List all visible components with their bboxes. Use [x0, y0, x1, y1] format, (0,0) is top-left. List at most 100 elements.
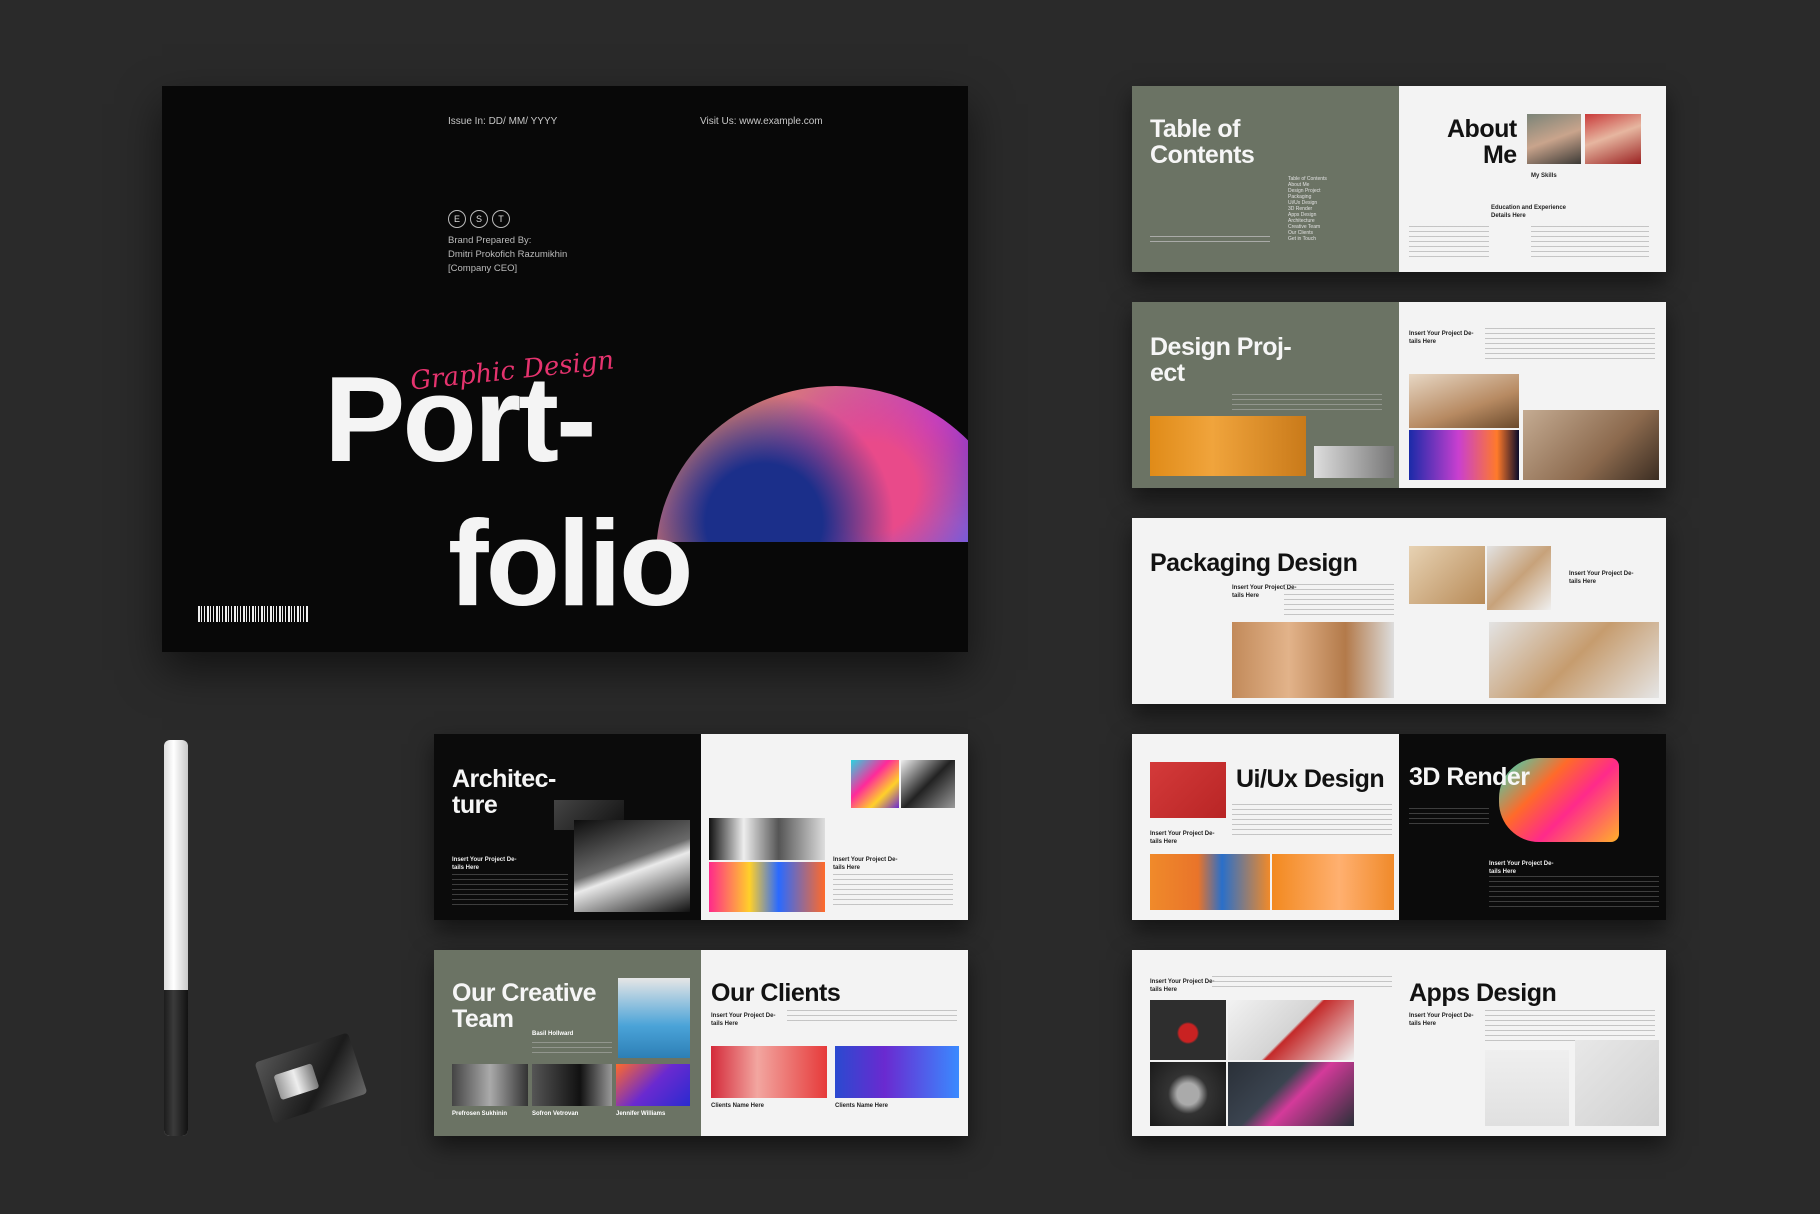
- facade-photo: [709, 818, 825, 860]
- issue-date: Issue In: DD/ MM/ YYYY: [448, 116, 558, 127]
- body-text: [1409, 808, 1489, 828]
- insert-details: Insert Your Project De- tails Here: [1409, 331, 1474, 345]
- page-title: Apps Design: [1409, 979, 1557, 1007]
- page-title: Design Proj- ect: [1150, 333, 1292, 387]
- body-text: [1485, 328, 1655, 362]
- dropper-photo: [1409, 374, 1519, 428]
- barcode: [198, 606, 308, 622]
- page-title: Architec- ture: [452, 765, 556, 819]
- page-architecture: Architec- ture Insert Your Project De- t…: [434, 734, 701, 920]
- page-design-project-images: Insert Your Project De- tails Here: [1399, 302, 1666, 488]
- ornament-photo: [1150, 1000, 1226, 1060]
- body-text: [1531, 226, 1649, 260]
- insert-details: Insert Your Project De- tails Here: [1150, 979, 1215, 993]
- page-3d-render: 3D Render Insert Your Project De- tails …: [1399, 734, 1666, 920]
- pouch-photo: [1232, 622, 1394, 698]
- body-text: [1150, 236, 1270, 246]
- spread-uiux-3d: Ui/Ux Design Insert Your Project De- tai…: [1132, 734, 1666, 920]
- page-our-clients: Our Clients Insert Your Project De- tail…: [701, 950, 968, 1136]
- est-letter: S: [470, 210, 488, 228]
- client-name: Clients Name Here: [835, 1103, 889, 1109]
- team-member-photo: [618, 978, 690, 1058]
- laptop-photo: [1409, 430, 1519, 480]
- page-creative-team: Our Creative Team Basil Hollward Prefros…: [434, 950, 701, 1136]
- body-text: [1284, 584, 1394, 618]
- fluid-photo: [709, 862, 825, 912]
- bottle-photo: [1150, 416, 1306, 476]
- insert-details: Insert Your Project De- tails Here: [452, 857, 517, 871]
- page-title: Our Creative Team: [452, 979, 597, 1033]
- page-design-project: Design Proj- ect: [1132, 302, 1399, 488]
- phone-photo: [1523, 410, 1659, 480]
- page-title: Our Clients: [711, 979, 841, 1007]
- team-member-photo: [532, 1064, 612, 1106]
- holographic-photo: [851, 760, 899, 808]
- body-text: [452, 874, 568, 908]
- client-photo: [835, 1046, 959, 1098]
- est-badge: E S T: [448, 210, 510, 228]
- page-apps-design: Apps Design Insert Your Project De- tail…: [1399, 950, 1666, 1136]
- spread-apps: Insert Your Project De- tails Here Apps …: [1132, 950, 1666, 1136]
- body-text: [532, 1042, 612, 1056]
- phone-photo: [1575, 1040, 1659, 1126]
- body-text: [833, 874, 953, 908]
- body-text: [1232, 394, 1382, 414]
- spread-design-project: Design Proj- ect Insert Your Project De-…: [1132, 302, 1666, 488]
- laptop-stool-photo: [1485, 1050, 1569, 1126]
- body-text: [1489, 876, 1659, 910]
- title-line-2: folio: [448, 495, 693, 631]
- spread-packaging: Packaging Design Insert Your Project De-…: [1132, 518, 1666, 704]
- tubes-photo: [1150, 854, 1270, 910]
- page-packaging-images: Insert Your Project De- tails Here: [1399, 518, 1666, 704]
- spread-toc-about: Table of Contents Table of Contents Abou…: [1132, 86, 1666, 272]
- cardboard-photo: [1489, 622, 1659, 698]
- team-member-photo: [616, 1064, 690, 1106]
- client-photo: [711, 1046, 827, 1098]
- spread-team-clients: Our Creative Team Basil Hollward Prefros…: [434, 950, 968, 1136]
- body-text: [1232, 804, 1392, 838]
- est-letter: E: [448, 210, 466, 228]
- insert-details: Insert Your Project De- tails Here: [1150, 831, 1215, 845]
- insert-details: Insert Your Project De- tails Here: [833, 857, 898, 871]
- body-text: [1409, 226, 1489, 260]
- page-title: Table of Contents: [1150, 115, 1255, 169]
- portrait-image: [1527, 114, 1581, 164]
- member-name: Sofron Vetrovan: [532, 1111, 579, 1117]
- house-photo: [1228, 1000, 1354, 1060]
- portfolio-cover: Issue In: DD/ MM/ YYYY Visit Us: www.exa…: [162, 86, 968, 652]
- prepared-by: Brand Prepared By: Dmitri Prokofich Razu…: [448, 235, 568, 274]
- dropper-photo: [1272, 854, 1394, 910]
- website: Visit Us: www.example.com: [700, 116, 823, 127]
- page-about-me: About Me My Skills Education and Experie…: [1399, 86, 1666, 272]
- page-apps-images: Insert Your Project De- tails Here: [1132, 950, 1399, 1136]
- tablet-photo: [1150, 762, 1226, 818]
- insert-details: Insert Your Project De- tails Here: [1409, 1013, 1474, 1027]
- page-uiux: Ui/Ux Design Insert Your Project De- tai…: [1132, 734, 1399, 920]
- pen-grip: [164, 990, 188, 1136]
- insert-details: Insert Your Project De- tails Here: [1489, 861, 1554, 875]
- sphere-photo: [1150, 1062, 1226, 1126]
- body-text: [1485, 1010, 1655, 1044]
- lines-photo: [901, 760, 955, 808]
- sharpener: [254, 1032, 368, 1124]
- skills-label: My Skills: [1531, 173, 1557, 179]
- education-label: Education and Experience Details Here: [1491, 205, 1567, 219]
- body-text: [787, 1010, 957, 1024]
- toc-list: Table of Contents About Me Design Projec…: [1288, 176, 1327, 242]
- member-name: Basil Hollward: [532, 1031, 574, 1037]
- page-title: About Me: [1447, 115, 1517, 169]
- team-member-photo: [452, 1064, 528, 1106]
- est-letter: T: [492, 210, 510, 228]
- building-photo: [574, 820, 690, 912]
- page-title: Ui/Ux Design: [1236, 765, 1385, 793]
- page-packaging: Packaging Design Insert Your Project De-…: [1132, 518, 1399, 704]
- insert-details: Insert Your Project De- tails Here: [711, 1013, 776, 1027]
- client-name: Clients Name Here: [711, 1103, 765, 1109]
- product-photo: [1314, 446, 1394, 478]
- abstract-photo: [1228, 1062, 1354, 1126]
- spread-architecture: Architec- ture Insert Your Project De- t…: [434, 734, 968, 920]
- member-name: Jennifer Williams: [616, 1111, 666, 1117]
- page-title: Packaging Design: [1150, 549, 1358, 577]
- insert-details: Insert Your Project De- tails Here: [1569, 571, 1634, 585]
- portrait-image: [1585, 114, 1641, 164]
